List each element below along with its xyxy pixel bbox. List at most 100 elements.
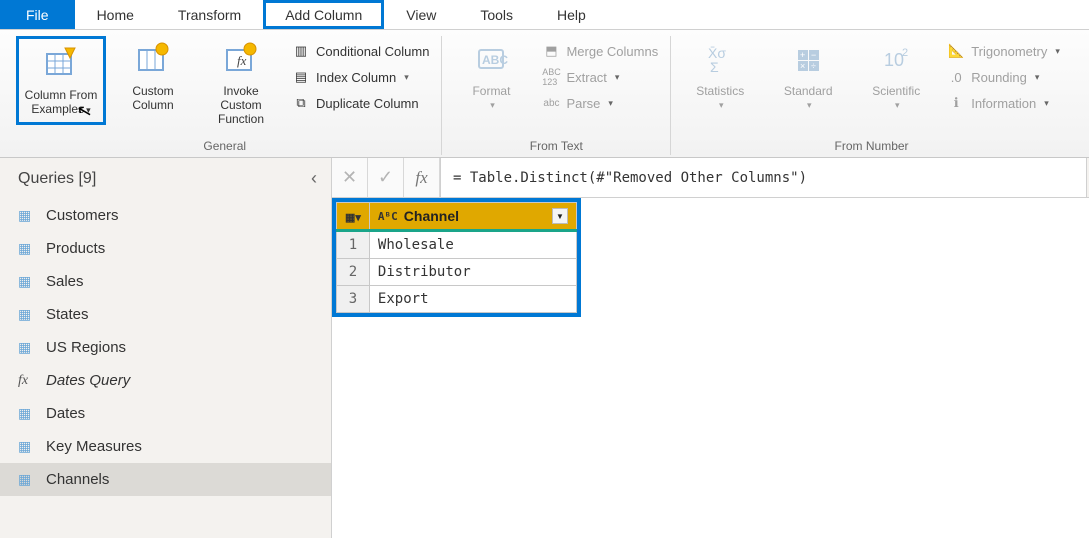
standard-button[interactable]: + − × ÷ Standard ▾ <box>767 36 849 116</box>
menu-add-column[interactable]: Add Column <box>263 0 384 29</box>
menu-tools[interactable]: Tools <box>458 0 535 29</box>
trigonometry-button[interactable]: 📐 Trigonometry ▾ <box>943 40 1064 62</box>
format-label: Format <box>472 84 510 98</box>
dropdown-caret-icon: ▾ <box>719 98 724 112</box>
extract-button[interactable]: ABC123 Extract ▾ <box>538 66 662 88</box>
check-icon: ✓ <box>378 167 393 188</box>
menu-bar: File Home Transform Add Column View Tool… <box>0 0 1089 30</box>
data-grid: ▦▾ AᴮC Channel ▼ <box>336 202 577 313</box>
formula-cancel-button[interactable]: ✕ <box>332 158 368 197</box>
ribbon: Column From Examples▾ ↖ Custom Column <box>0 30 1089 158</box>
query-item-label: Customers <box>46 207 119 224</box>
query-item[interactable]: fxDates Query <box>0 364 331 397</box>
data-grid-area: ▦▾ AᴮC Channel ▼ <box>332 198 1089 320</box>
scientific-label: Scientific <box>872 84 920 98</box>
query-item[interactable]: ▦Products <box>0 232 331 265</box>
column-header-channel[interactable]: AᴮC Channel ▼ <box>369 203 576 231</box>
query-item[interactable]: ▦Dates <box>0 397 331 430</box>
svg-text:+: + <box>800 50 805 60</box>
query-item[interactable]: ▦ Customers <box>0 199 331 232</box>
query-item-label: Dates Query <box>46 372 130 389</box>
trigonometry-label: Trigonometry <box>971 44 1047 59</box>
custom-column-icon <box>133 40 173 80</box>
invoke-custom-function-label-2: Function <box>218 112 264 126</box>
table-row[interactable]: 1Wholesale <box>337 231 577 259</box>
query-item[interactable]: ▦ Sales <box>0 265 331 298</box>
statistics-button[interactable]: X̄σ Σ Statistics ▾ <box>679 36 761 116</box>
custom-column-button[interactable]: Custom Column <box>112 36 194 116</box>
cell-value[interactable]: Export <box>369 286 576 313</box>
menu-home[interactable]: Home <box>75 0 156 29</box>
formula-fx-button[interactable]: fx <box>404 158 440 197</box>
column-from-examples-button[interactable]: Column From Examples▾ <box>20 40 102 121</box>
table-icon: ▦ <box>18 207 36 224</box>
svg-text:×: × <box>800 61 805 71</box>
cell-value[interactable]: Wholesale <box>369 231 576 259</box>
query-item[interactable]: ▦States <box>0 298 331 331</box>
dropdown-caret-icon: ▾ <box>1044 98 1049 109</box>
table-select-all[interactable]: ▦▾ <box>337 203 370 231</box>
index-column-button[interactable]: ▤ Index Column ▾ <box>288 66 433 88</box>
column-filter-button[interactable]: ▼ <box>552 208 568 224</box>
custom-column-label-1: Custom <box>132 84 173 98</box>
row-number[interactable]: 3 <box>337 286 370 313</box>
dropdown-caret-icon: ▾ <box>490 98 495 112</box>
table-icon: ▦ <box>18 438 36 455</box>
table-row[interactable]: 3Export <box>337 286 577 313</box>
text-type-icon: AᴮC <box>378 210 398 223</box>
format-icon: ABC <box>471 40 511 80</box>
information-button[interactable]: ℹ Information ▾ <box>943 92 1064 114</box>
rounding-icon: .0 <box>947 68 965 86</box>
parse-icon: abc <box>542 94 560 112</box>
dropdown-caret-icon: ▾ <box>1055 46 1060 57</box>
table-row[interactable]: 2Distributor <box>337 259 577 286</box>
parse-button[interactable]: abc Parse ▾ <box>538 92 662 114</box>
ribbon-group-general-label: General <box>203 137 246 155</box>
formula-input[interactable] <box>440 158 1087 197</box>
query-list: ▦Customers▦Products▦Sales▦States▦US Regi… <box>0 199 331 538</box>
menu-transform[interactable]: Transform <box>156 0 263 29</box>
invoke-custom-function-icon: fx <box>221 40 261 80</box>
query-item[interactable]: ▦US Regions <box>0 331 331 364</box>
query-item-label: States <box>46 306 89 323</box>
menu-help[interactable]: Help <box>535 0 608 29</box>
menu-file[interactable]: File <box>0 0 75 29</box>
query-item[interactable]: ▦ Key Measures <box>0 430 331 463</box>
cell-value[interactable]: Distributor <box>369 259 576 286</box>
ribbon-group-from-text-label: From Text <box>530 137 583 155</box>
invoke-custom-function-button[interactable]: fx Invoke Custom Function <box>200 36 282 130</box>
highlight-column-from-examples: Column From Examples▾ ↖ <box>16 36 106 125</box>
collapse-queries-icon[interactable]: ‹ <box>311 168 317 189</box>
query-item-label: Key Measures <box>46 438 142 455</box>
fx-icon: fx <box>415 168 427 188</box>
merge-columns-button[interactable]: ⬒ Merge Columns <box>538 40 662 62</box>
statistics-icon: X̄σ Σ <box>700 40 740 80</box>
row-number[interactable]: 2 <box>337 259 370 286</box>
row-number[interactable]: 1 <box>337 231 370 259</box>
svg-text:fx: fx <box>237 53 247 68</box>
duplicate-column-icon: ⧉ <box>292 94 310 112</box>
extract-label: Extract <box>566 70 606 85</box>
formula-commit-button[interactable]: ✓ <box>368 158 404 197</box>
information-icon: ℹ <box>947 94 965 112</box>
table-icon: ▦ <box>18 471 36 488</box>
conditional-column-icon: ▥ <box>292 42 310 60</box>
table-icon: ▦ <box>18 405 36 422</box>
main-pane: ✕ ✓ fx ▦▾ AᴮC Ch <box>332 158 1089 538</box>
duplicate-column-button[interactable]: ⧉ Duplicate Column <box>288 92 433 114</box>
highlight-data-grid: ▦▾ AᴮC Channel ▼ <box>332 198 581 317</box>
ribbon-group-general: Column From Examples▾ ↖ Custom Column <box>8 36 442 155</box>
column-from-examples-label-2: Examples <box>31 102 84 116</box>
conditional-column-button[interactable]: ▥ Conditional Column <box>288 40 433 62</box>
menu-view[interactable]: View <box>384 0 458 29</box>
dropdown-caret-icon: ▾ <box>895 98 900 112</box>
standard-label: Standard <box>784 84 833 98</box>
dropdown-caret-icon: ▾ <box>1035 72 1040 83</box>
query-item[interactable]: ▦Channels <box>0 463 331 496</box>
index-column-label: Index Column <box>316 70 396 85</box>
query-item-label: Sales <box>46 273 84 290</box>
table-icon: ▦ <box>18 273 36 290</box>
format-button[interactable]: ABC Format ▾ <box>450 36 532 116</box>
scientific-button[interactable]: 10 2 Scientific ▾ <box>855 36 937 116</box>
rounding-button[interactable]: .0 Rounding ▾ <box>943 66 1064 88</box>
